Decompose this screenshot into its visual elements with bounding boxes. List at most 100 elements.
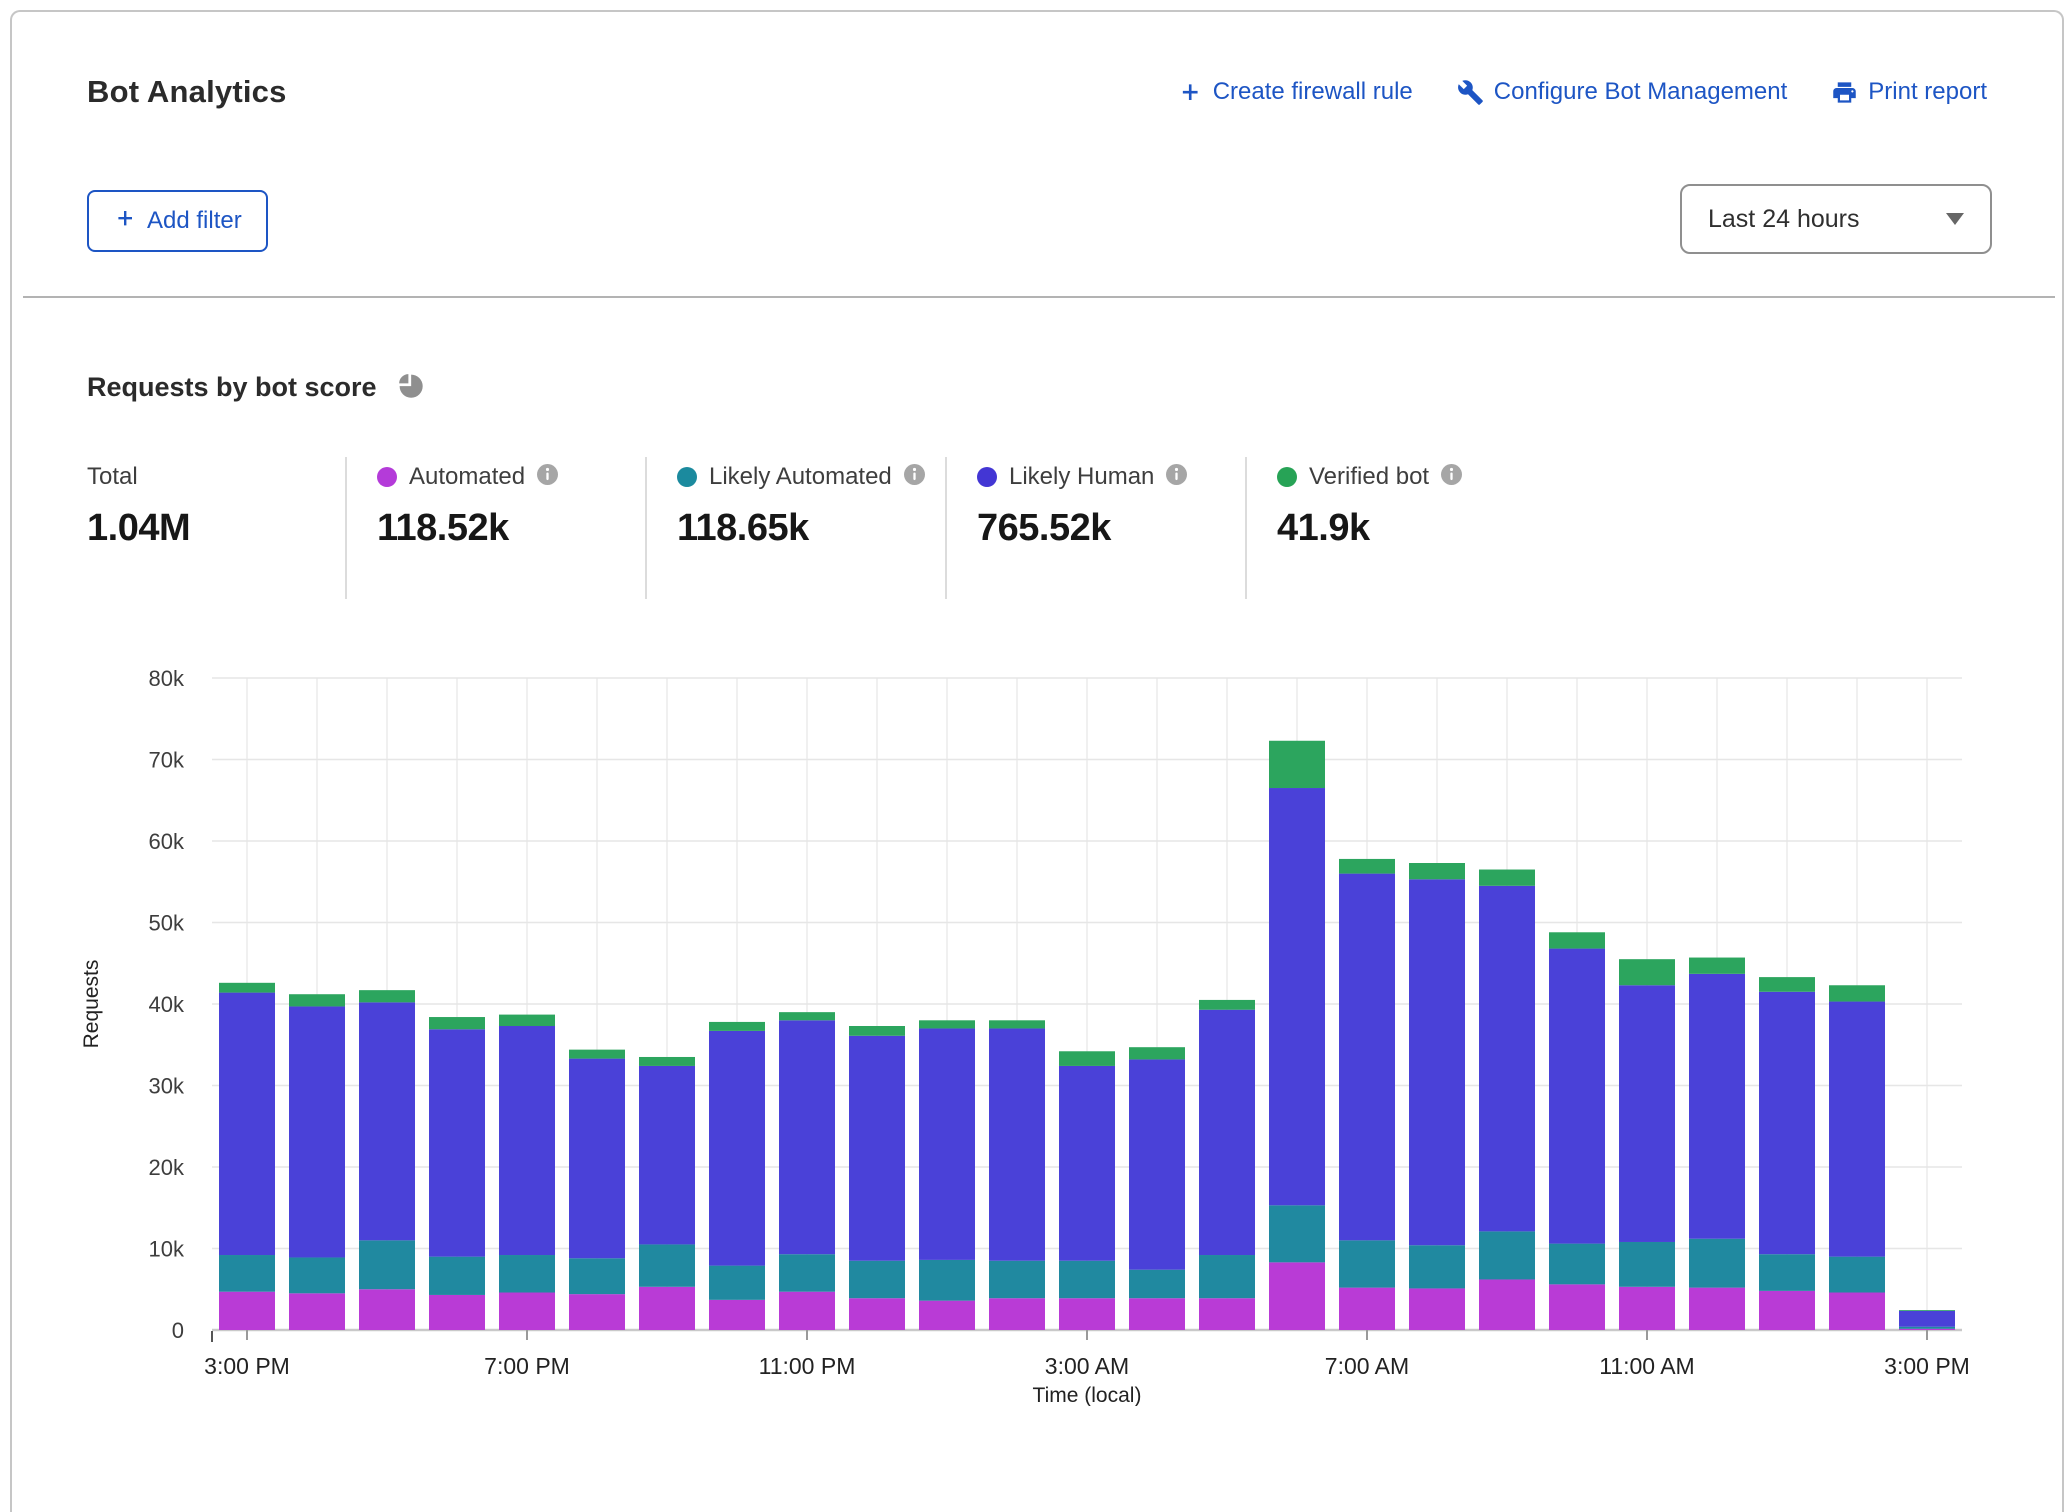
bar-segment-likely-automated[interactable]: [1619, 1242, 1675, 1287]
bar-segment-likely-human[interactable]: [219, 993, 275, 1255]
bar-segment-likely-human[interactable]: [1199, 1010, 1255, 1255]
bar-segment-likely-automated[interactable]: [1829, 1257, 1885, 1293]
info-icon[interactable]: [904, 464, 925, 490]
bar-segment-likely-human[interactable]: [1899, 1311, 1955, 1327]
bar-segment-likely-automated[interactable]: [989, 1261, 1045, 1298]
bar-segment-likely-human[interactable]: [639, 1066, 695, 1244]
bar-segment-likely-human[interactable]: [1269, 788, 1325, 1205]
bar-segment-verified-bot[interactable]: [779, 1012, 835, 1020]
bar-segment-verified-bot[interactable]: [639, 1057, 695, 1066]
add-filter-button[interactable]: Add filter: [87, 190, 268, 252]
bar-segment-likely-automated[interactable]: [1409, 1245, 1465, 1288]
bar-segment-automated[interactable]: [1059, 1298, 1115, 1330]
bar-segment-verified-bot[interactable]: [1339, 859, 1395, 874]
bar-segment-likely-automated[interactable]: [1689, 1239, 1745, 1288]
bar-segment-automated[interactable]: [779, 1292, 835, 1330]
bar-segment-likely-human[interactable]: [989, 1028, 1045, 1260]
bar-segment-likely-automated[interactable]: [1269, 1205, 1325, 1262]
bar-segment-automated[interactable]: [499, 1293, 555, 1330]
bar-segment-likely-human[interactable]: [779, 1020, 835, 1254]
bar-segment-likely-human[interactable]: [1759, 992, 1815, 1254]
bar-segment-verified-bot[interactable]: [1619, 959, 1675, 985]
bar-segment-likely-automated[interactable]: [1479, 1231, 1535, 1279]
stacked-bar-chart-svg[interactable]: 010k20k30k40k50k60k70k80k3:00 PM7:00 PM1…: [12, 632, 2070, 1406]
bar-segment-likely-human[interactable]: [359, 1002, 415, 1240]
bar-segment-likely-automated[interactable]: [1199, 1255, 1255, 1298]
bar-segment-likely-human[interactable]: [1479, 886, 1535, 1232]
info-icon[interactable]: [537, 464, 558, 490]
bar-segment-verified-bot[interactable]: [1199, 1000, 1255, 1010]
bar-segment-likely-automated[interactable]: [919, 1260, 975, 1301]
bar-segment-verified-bot[interactable]: [1759, 977, 1815, 992]
bar-segment-automated[interactable]: [919, 1301, 975, 1330]
bar-segment-verified-bot[interactable]: [1689, 958, 1745, 974]
configure-bot-management-link[interactable]: Configure Bot Management: [1457, 78, 1788, 106]
bar-segment-likely-human[interactable]: [1689, 974, 1745, 1239]
bar-segment-likely-human[interactable]: [709, 1031, 765, 1266]
bar-segment-automated[interactable]: [1339, 1288, 1395, 1330]
bar-segment-likely-automated[interactable]: [499, 1255, 555, 1292]
bar-segment-likely-automated[interactable]: [1129, 1270, 1185, 1299]
bar-segment-likely-automated[interactable]: [289, 1257, 345, 1293]
bar-segment-likely-automated[interactable]: [1059, 1261, 1115, 1298]
bar-segment-likely-human[interactable]: [289, 1006, 345, 1257]
bar-segment-automated[interactable]: [639, 1287, 695, 1330]
info-icon[interactable]: [1441, 464, 1462, 490]
bar-segment-likely-automated[interactable]: [1899, 1327, 1955, 1329]
bar-segment-verified-bot[interactable]: [1829, 985, 1885, 1001]
bar-segment-automated[interactable]: [1269, 1262, 1325, 1330]
bar-segment-verified-bot[interactable]: [1269, 741, 1325, 788]
bar-segment-automated[interactable]: [1549, 1284, 1605, 1330]
bar-segment-likely-automated[interactable]: [569, 1258, 625, 1294]
bar-segment-likely-automated[interactable]: [429, 1257, 485, 1295]
bar-segment-likely-automated[interactable]: [1549, 1244, 1605, 1285]
bar-segment-likely-human[interactable]: [569, 1059, 625, 1259]
bar-segment-automated[interactable]: [569, 1294, 625, 1330]
bar-segment-verified-bot[interactable]: [1549, 932, 1605, 948]
bar-segment-verified-bot[interactable]: [1899, 1310, 1955, 1311]
bar-segment-likely-automated[interactable]: [849, 1261, 905, 1298]
bar-segment-likely-human[interactable]: [1409, 879, 1465, 1245]
bar-segment-automated[interactable]: [1479, 1279, 1535, 1330]
bar-segment-automated[interactable]: [709, 1300, 765, 1330]
bar-segment-verified-bot[interactable]: [919, 1020, 975, 1028]
bar-segment-likely-automated[interactable]: [359, 1240, 415, 1289]
bar-segment-verified-bot[interactable]: [1129, 1047, 1185, 1059]
bar-segment-automated[interactable]: [1899, 1329, 1955, 1330]
bar-segment-verified-bot[interactable]: [569, 1050, 625, 1059]
bar-segment-automated[interactable]: [1129, 1298, 1185, 1330]
bar-segment-automated[interactable]: [1409, 1288, 1465, 1330]
bar-segment-likely-human[interactable]: [1339, 874, 1395, 1241]
bar-segment-automated[interactable]: [1689, 1288, 1745, 1330]
bar-segment-likely-automated[interactable]: [219, 1255, 275, 1292]
bar-segment-likely-automated[interactable]: [1759, 1254, 1815, 1291]
print-report-link[interactable]: Print report: [1831, 78, 1987, 106]
bar-segment-likely-human[interactable]: [1619, 985, 1675, 1242]
bar-segment-verified-bot[interactable]: [849, 1026, 905, 1036]
bar-segment-likely-human[interactable]: [499, 1026, 555, 1255]
bar-segment-automated[interactable]: [289, 1293, 345, 1330]
bar-segment-verified-bot[interactable]: [1409, 863, 1465, 879]
bar-segment-automated[interactable]: [989, 1298, 1045, 1330]
bar-segment-likely-automated[interactable]: [779, 1254, 835, 1291]
bar-segment-likely-automated[interactable]: [709, 1266, 765, 1300]
bar-segment-automated[interactable]: [1199, 1298, 1255, 1330]
bar-segment-verified-bot[interactable]: [1479, 870, 1535, 886]
bar-segment-likely-human[interactable]: [849, 1036, 905, 1261]
bar-segment-automated[interactable]: [359, 1289, 415, 1330]
requests-by-bot-score-chart[interactable]: 010k20k30k40k50k60k70k80k3:00 PM7:00 PM1…: [12, 632, 2070, 1406]
bar-segment-likely-human[interactable]: [429, 1029, 485, 1256]
bar-segment-verified-bot[interactable]: [429, 1017, 485, 1029]
bar-segment-likely-automated[interactable]: [1339, 1240, 1395, 1287]
bar-segment-verified-bot[interactable]: [989, 1020, 1045, 1028]
bar-segment-verified-bot[interactable]: [219, 983, 275, 993]
bar-segment-likely-human[interactable]: [1549, 949, 1605, 1244]
bar-segment-automated[interactable]: [1759, 1291, 1815, 1330]
bar-segment-automated[interactable]: [1619, 1287, 1675, 1330]
bar-segment-automated[interactable]: [849, 1298, 905, 1330]
bar-segment-verified-bot[interactable]: [1059, 1051, 1115, 1066]
bar-segment-verified-bot[interactable]: [709, 1022, 765, 1031]
create-firewall-rule-link[interactable]: Create firewall rule: [1177, 78, 1413, 106]
bar-segment-likely-human[interactable]: [919, 1028, 975, 1259]
bar-segment-verified-bot[interactable]: [499, 1015, 555, 1026]
